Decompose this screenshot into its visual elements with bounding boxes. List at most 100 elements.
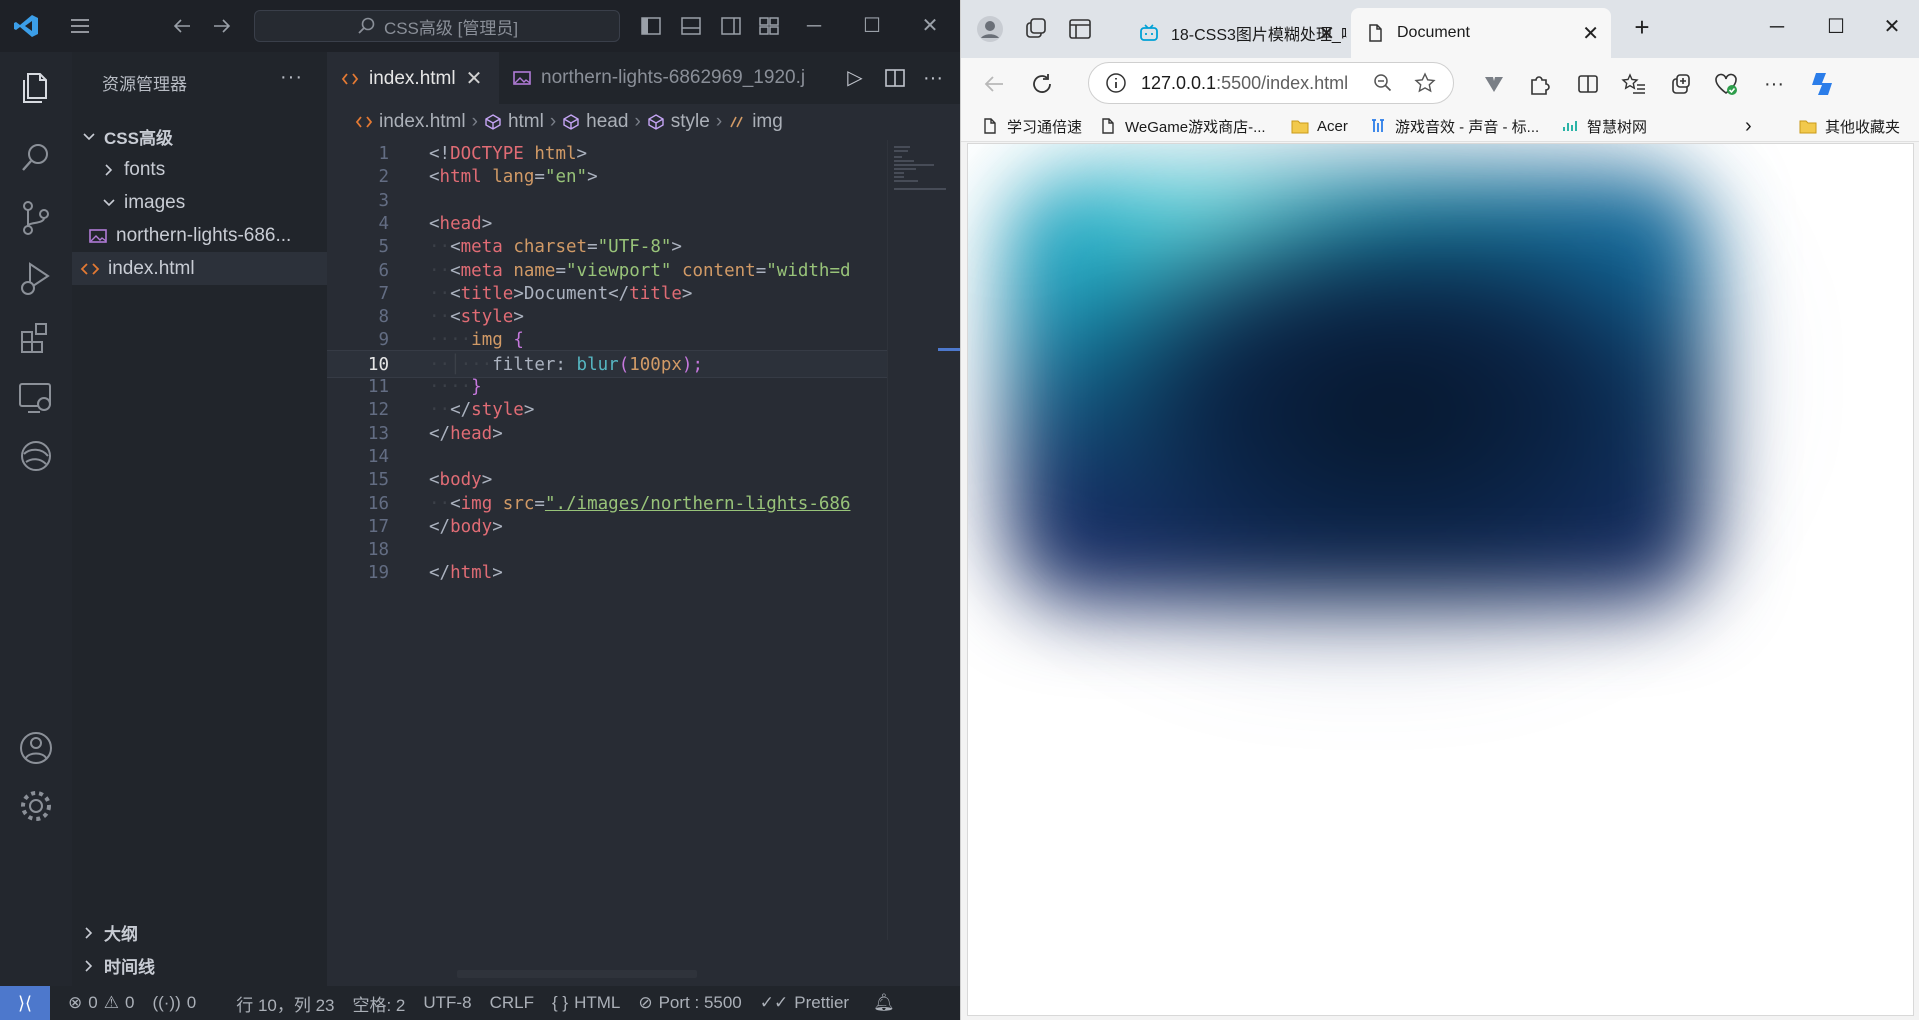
- extensions-icon[interactable]: [16, 318, 56, 358]
- maximize-icon[interactable]: ☐: [1821, 12, 1851, 42]
- explorer-icon[interactable]: [16, 68, 56, 108]
- page-icon: [1102, 118, 1114, 134]
- blurred-northern-lights-image: [1008, 174, 1708, 604]
- tree-folder-images[interactable]: images: [72, 186, 327, 219]
- error-count: 0: [88, 993, 98, 1012]
- favorite-item[interactable]: 游戏音效 - 声音 - 标...: [1369, 110, 1539, 142]
- settings-gear-icon[interactable]: [16, 786, 56, 826]
- minimize-icon[interactable]: ─: [1762, 12, 1792, 42]
- maximize-icon[interactable]: ☐: [858, 12, 886, 40]
- toggle-secondary-sidebar-icon[interactable]: [720, 15, 742, 37]
- zoom-out-icon[interactable]: [1372, 72, 1394, 94]
- more-actions-button[interactable]: ···: [280, 66, 303, 89]
- tab-close-icon[interactable]: ✕: [466, 66, 483, 91]
- live-server-port[interactable]: ⊘ Port : 5500: [638, 993, 741, 1013]
- menu-icon[interactable]: [68, 14, 92, 38]
- minimap[interactable]: [887, 140, 960, 940]
- tree-folder-root[interactable]: CSS高级: [72, 120, 327, 153]
- address-bar[interactable]: 127.0.0.1:5500/index.html: [1088, 62, 1454, 104]
- outline-section[interactable]: 大纲: [72, 916, 327, 949]
- toggle-panel-icon[interactable]: [680, 15, 702, 37]
- split-screen-icon[interactable]: [1575, 71, 1601, 97]
- favorite-item[interactable]: WeGame游戏商店-...: [1099, 110, 1266, 142]
- back-arrow-icon[interactable]: [170, 14, 194, 38]
- timeline-label: 时间线: [104, 958, 155, 977]
- command-center-search[interactable]: CSS高级 [管理员]: [254, 10, 620, 42]
- indentation[interactable]: 空格: 2: [352, 991, 405, 1016]
- collections-icon[interactable]: [1667, 71, 1693, 97]
- browser-tab-bilibili[interactable]: 18-CSS3图片模糊处理_哔哩 ✕: [1125, 8, 1347, 58]
- html-file-icon: [341, 72, 359, 85]
- extensions-puzzle-icon[interactable]: [1526, 71, 1552, 97]
- forward-arrow-icon[interactable]: [210, 14, 234, 38]
- workspaces-icon[interactable]: [1021, 14, 1051, 44]
- remote-indicator-icon[interactable]: ⟩⟨: [0, 986, 50, 1020]
- new-tab-icon[interactable]: +: [1627, 12, 1657, 42]
- close-icon[interactable]: ✕: [916, 12, 944, 40]
- tree-file-image[interactable]: northern-lights-686...: [72, 219, 327, 252]
- search-text: CSS高级 [管理员]: [383, 18, 519, 38]
- browser-essentials-icon[interactable]: [1713, 71, 1739, 97]
- refresh-icon[interactable]: [1029, 71, 1055, 97]
- tab-close-icon[interactable]: ✕: [1318, 21, 1335, 46]
- breadcrumb-item[interactable]: img: [752, 111, 783, 133]
- tree-folder-fonts[interactable]: fonts: [72, 153, 327, 186]
- minimap-line: [894, 172, 904, 174]
- encoding[interactable]: UTF-8: [423, 993, 471, 1013]
- breadcrumb-separator-icon: ›: [634, 111, 641, 132]
- profile-avatar-icon[interactable]: [975, 14, 1005, 44]
- ports-indicator[interactable]: ((·)) 0: [152, 993, 196, 1013]
- run-icon[interactable]: ▷: [843, 66, 867, 90]
- site-info-icon[interactable]: [1105, 72, 1127, 94]
- breadcrumb-item[interactable]: html: [508, 111, 544, 133]
- split-editor-icon[interactable]: [883, 66, 907, 90]
- code-editor[interactable]: 1 <!DOCTYPE html> 2 <html lang="en"> 3 4 <h…: [327, 140, 887, 740]
- notifications-bell-icon[interactable]: 🔔︎: [873, 993, 895, 1013]
- favorite-item[interactable]: 智慧树网: [1561, 110, 1647, 142]
- settings-more-icon[interactable]: ···: [1761, 71, 1787, 97]
- more-icon[interactable]: ···: [921, 66, 945, 90]
- vertical-tabs-icon[interactable]: [1065, 14, 1095, 44]
- other-favorites[interactable]: 其他收藏夹: [1799, 110, 1900, 142]
- close-icon[interactable]: ✕: [1877, 12, 1907, 42]
- problems-indicator[interactable]: ⊗ 0 ⚠ 0: [68, 993, 134, 1013]
- favorite-star-icon[interactable]: [1414, 72, 1436, 94]
- ports-count: 0: [186, 993, 197, 1012]
- horizontal-scrollbar[interactable]: [457, 970, 697, 978]
- timeline-section[interactable]: 时间线: [72, 949, 327, 982]
- breadcrumb-item[interactable]: index.html: [379, 111, 466, 133]
- favorite-label: WeGame游戏商店-...: [1125, 118, 1266, 136]
- live-share-icon[interactable]: [16, 436, 56, 476]
- favorites-list-icon[interactable]: [1621, 71, 1647, 97]
- chevron-right-icon[interactable]: ›: [1745, 110, 1752, 142]
- toggle-sidebar-icon[interactable]: [640, 15, 662, 37]
- code-line: 19 </html>: [367, 563, 503, 584]
- tree-file-index[interactable]: index.html: [72, 252, 327, 285]
- back-arrow-icon[interactable]: [981, 71, 1007, 97]
- breadcrumb-item[interactable]: style: [671, 111, 710, 133]
- language-mode[interactable]: { } HTML: [552, 993, 620, 1013]
- copilot-icon[interactable]: [1807, 69, 1837, 99]
- account-icon[interactable]: [16, 728, 56, 768]
- remote-explorer-icon[interactable]: [16, 378, 56, 418]
- tab-index-html[interactable]: index.html ✕: [327, 52, 499, 104]
- run-debug-icon[interactable]: [16, 258, 56, 298]
- end-of-line[interactable]: CRLF: [490, 993, 534, 1013]
- browser-tab-label: Document: [1397, 24, 1470, 41]
- search-icon: [358, 17, 375, 34]
- bilibili-tv-icon: [1140, 24, 1158, 41]
- search-view-icon[interactable]: [16, 138, 56, 178]
- tab-close-icon[interactable]: ✕: [1582, 21, 1599, 46]
- favorite-item[interactable]: 学习通倍速: [981, 110, 1082, 142]
- folder-icon: [1291, 120, 1309, 134]
- browser-tab-document[interactable]: Document ✕: [1351, 8, 1611, 58]
- tab-northern-lights[interactable]: northern-lights-6862969_1920.j: [499, 52, 859, 104]
- cursor-position[interactable]: 行 10，列 23: [236, 991, 334, 1016]
- prettier-status[interactable]: ✓✓ Prettier: [760, 993, 849, 1013]
- minimize-icon[interactable]: ─: [800, 12, 828, 40]
- customize-layout-icon[interactable]: [758, 15, 780, 37]
- breadcrumb-item[interactable]: head: [586, 111, 628, 133]
- favorite-item[interactable]: Acer: [1291, 110, 1348, 142]
- source-control-icon[interactable]: [16, 198, 56, 238]
- extension-vuetify-icon[interactable]: [1481, 71, 1507, 97]
